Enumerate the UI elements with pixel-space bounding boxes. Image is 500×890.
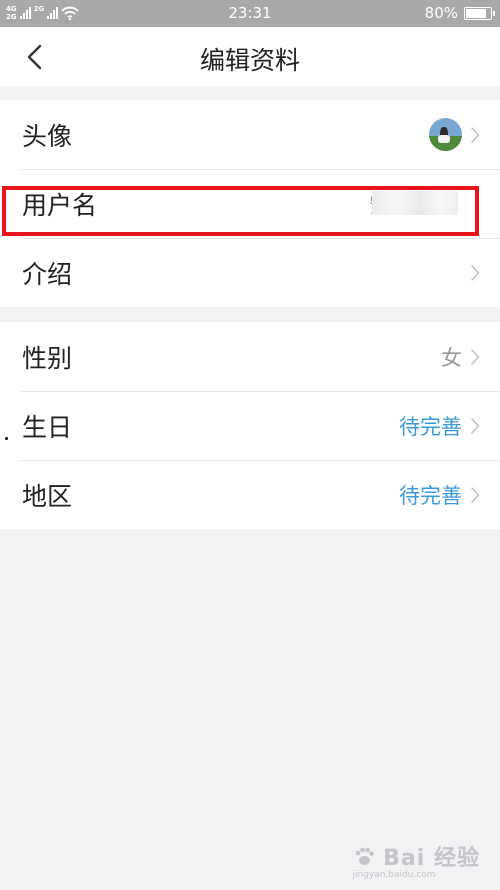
watermark-brand: Bai 经验 bbox=[383, 846, 480, 871]
row-label: 头像 bbox=[22, 122, 73, 151]
watermark: Bai 经验 jingyan.baidu.com bbox=[353, 840, 481, 880]
battery-percent: 80% bbox=[424, 4, 458, 22]
row-avatar[interactable]: 头像 bbox=[0, 100, 500, 169]
battery-icon bbox=[464, 7, 495, 20]
chevron-right-icon bbox=[470, 417, 480, 435]
status-bar: 4G 2G 2G 23:31 80% bbox=[0, 0, 500, 27]
row-birthday[interactable]: 生日 待完善 bbox=[0, 391, 500, 460]
chevron-right-icon bbox=[470, 264, 480, 282]
highlight-box bbox=[2, 186, 479, 236]
birthday-value: 待完善 bbox=[399, 415, 462, 439]
stray-dot bbox=[5, 437, 8, 440]
chevron-right-icon bbox=[470, 126, 480, 144]
region-value: 待完善 bbox=[399, 484, 462, 508]
paw-icon bbox=[355, 847, 374, 865]
page-title: 编辑资料 bbox=[199, 46, 300, 75]
row-region[interactable]: 地区 待完善 bbox=[0, 460, 500, 529]
row-label: 生日 bbox=[22, 413, 73, 442]
nav-bar: 编辑资料 bbox=[0, 27, 500, 87]
row-label: 地区 bbox=[22, 482, 73, 511]
row-label: 性别 bbox=[22, 344, 73, 373]
profile-group-details: 性别 女 生日 待完善 地区 待完善 bbox=[0, 322, 500, 529]
chevron-right-icon bbox=[470, 348, 480, 366]
row-intro[interactable]: 介绍 bbox=[0, 238, 500, 307]
chevron-right-icon bbox=[470, 486, 480, 504]
avatar bbox=[429, 118, 462, 151]
row-gender[interactable]: 性别 女 bbox=[0, 322, 500, 391]
gender-value: 女 bbox=[441, 346, 462, 370]
row-label: 介绍 bbox=[22, 260, 73, 289]
